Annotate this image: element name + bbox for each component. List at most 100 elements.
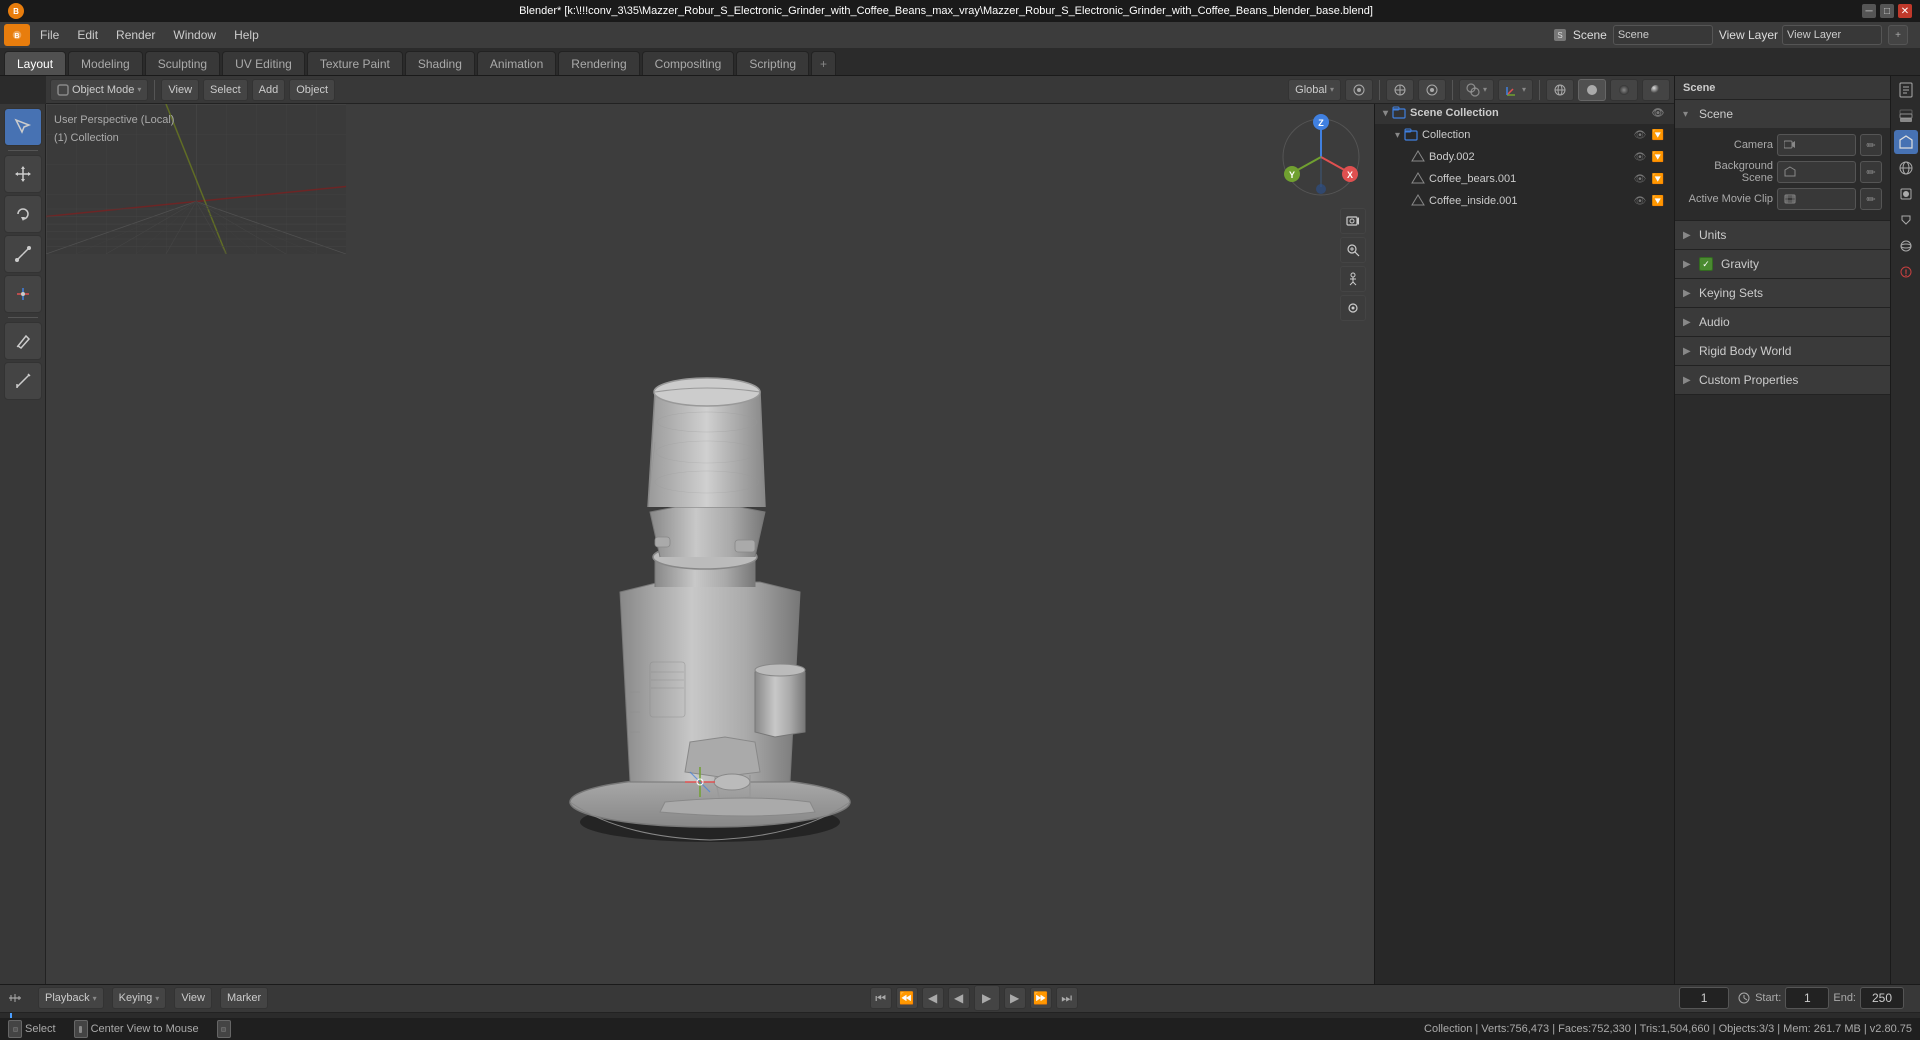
minimize-button[interactable]: ─ <box>1862 4 1876 18</box>
shading-render[interactable] <box>1642 79 1670 101</box>
gravity-header[interactable]: ▶ ✓ Gravity <box>1675 250 1890 278</box>
shading-wireframe[interactable] <box>1546 79 1574 101</box>
rigid-body-header[interactable]: ▶ Rigid Body World <box>1675 337 1890 365</box>
body002-render-vis[interactable]: 🔽 <box>1650 149 1666 165</box>
view-menu-timeline[interactable]: View <box>174 987 212 1009</box>
window-menu[interactable]: Window <box>165 24 224 46</box>
tool-annotate[interactable] <box>4 322 42 360</box>
tab-sculpting[interactable]: Sculpting <box>145 51 220 75</box>
select-menu[interactable]: Select <box>203 79 248 101</box>
scene-collection-item[interactable]: ▾ Scene Collection 👁 <box>1375 102 1674 124</box>
movie-clip-field[interactable] <box>1777 188 1856 210</box>
overlay-button[interactable]: ▾ <box>1459 79 1494 101</box>
keying-menu[interactable]: Keying ▾ <box>112 987 167 1009</box>
background-scene-edit-btn[interactable]: ✏ <box>1860 161 1882 183</box>
coffee-inside-item[interactable]: Coffee_inside.001 👁 🔽 <box>1375 190 1674 212</box>
view-layer-props-tab[interactable] <box>1894 104 1918 128</box>
tab-shading[interactable]: Shading <box>405 51 475 75</box>
collection-render[interactable]: 🔽 <box>1650 127 1666 143</box>
tool-move[interactable] <box>4 155 42 193</box>
modifier-props-tab[interactable] <box>1894 208 1918 232</box>
render-menu[interactable]: Render <box>108 24 163 46</box>
blender-menu[interactable]: B <box>4 24 30 46</box>
walk-mode-button[interactable] <box>1340 266 1366 292</box>
tool-measure[interactable] <box>4 362 42 400</box>
camera-edit-btn[interactable]: ✏ <box>1860 134 1882 156</box>
next-keyframe-button[interactable]: ▶ <box>1004 987 1026 1009</box>
shading-solid[interactable] <box>1578 79 1606 101</box>
start-frame-field[interactable]: 1 <box>1785 987 1829 1009</box>
maximize-button[interactable]: □ <box>1880 4 1894 18</box>
tab-layout[interactable]: Layout <box>4 51 66 75</box>
shading-material[interactable] <box>1610 79 1638 101</box>
visibility-toggle[interactable]: 👁 <box>1650 105 1666 121</box>
object-menu[interactable]: Object <box>289 79 335 101</box>
scene-name[interactable]: Scene <box>1573 28 1607 42</box>
body002-visibility[interactable]: 👁 <box>1632 149 1648 165</box>
custom-props-header[interactable]: ▶ Custom Properties <box>1675 366 1890 394</box>
coffee-bears-visibility[interactable]: 👁 <box>1632 171 1648 187</box>
global-transform[interactable]: Global ▾ <box>1288 79 1341 101</box>
gizmo-button[interactable]: ▾ <box>1498 79 1533 101</box>
physics-props-tab[interactable] <box>1894 234 1918 258</box>
world-props-tab[interactable] <box>1894 156 1918 180</box>
body002-item[interactable]: Body.002 👁 🔽 <box>1375 146 1674 168</box>
file-menu[interactable]: File <box>32 24 67 46</box>
zoom-in-button[interactable] <box>1340 237 1366 263</box>
play-button[interactable]: ▶ <box>974 985 1000 1011</box>
tab-rendering[interactable]: Rendering <box>558 51 639 75</box>
step-forward-button[interactable]: ⏩ <box>1030 987 1052 1009</box>
constraint-props-tab[interactable]: ! <box>1894 260 1918 284</box>
jump-start-button[interactable]: ⏮ <box>870 987 892 1009</box>
camera-field[interactable] <box>1777 134 1856 156</box>
scene-field[interactable]: Scene <box>1613 25 1713 45</box>
add-workspace-button[interactable]: + <box>1888 25 1908 45</box>
marker-menu[interactable]: Marker <box>220 987 268 1009</box>
keying-sets-header[interactable]: ▶ Keying Sets <box>1675 279 1890 307</box>
tab-scripting[interactable]: Scripting <box>736 51 809 75</box>
jump-end-button[interactable]: ⏭ <box>1056 987 1078 1009</box>
object-mode-selector[interactable]: Object Mode ▾ <box>50 79 148 101</box>
output-props-tab[interactable] <box>1894 78 1918 102</box>
camera-view-button[interactable] <box>1340 208 1366 234</box>
step-back-button[interactable]: ⏪ <box>896 987 918 1009</box>
tool-rotate[interactable] <box>4 195 42 233</box>
collection-item[interactable]: ▾ Collection 👁 🔽 <box>1375 124 1674 146</box>
tab-animation[interactable]: Animation <box>477 51 556 75</box>
proportional-edit[interactable] <box>1418 79 1446 101</box>
help-menu[interactable]: Help <box>226 24 267 46</box>
fly-mode-button[interactable] <box>1340 295 1366 321</box>
viewport-area[interactable]: User Perspective (Local) (1) Collection … <box>46 104 1374 984</box>
units-header[interactable]: ▶ Units <box>1675 221 1890 249</box>
prev-keyframe-button[interactable]: ◀ <box>922 987 944 1009</box>
snap-button[interactable] <box>1386 79 1414 101</box>
coffee-bears-render-vis[interactable]: 🔽 <box>1650 171 1666 187</box>
tool-scale[interactable] <box>4 235 42 273</box>
play-reverse-button[interactable]: ◀ <box>948 987 970 1009</box>
nav-gizmo[interactable]: Z X Y <box>1276 112 1366 202</box>
tool-transform[interactable] <box>4 275 42 313</box>
movie-clip-edit-btn[interactable]: ✏ <box>1860 188 1882 210</box>
transform-pivot[interactable] <box>1345 79 1373 101</box>
coffee-inside-visibility[interactable]: 👁 <box>1632 193 1648 209</box>
collection-visibility[interactable]: 👁 <box>1632 127 1648 143</box>
tab-uv-editing[interactable]: UV Editing <box>222 51 305 75</box>
current-frame-field[interactable]: 1 <box>1679 987 1729 1009</box>
scene-section-header[interactable]: ▾ Scene <box>1675 100 1890 128</box>
tool-select[interactable] <box>4 108 42 146</box>
tab-add[interactable]: + <box>811 51 836 75</box>
audio-header[interactable]: ▶ Audio <box>1675 308 1890 336</box>
tab-compositing[interactable]: Compositing <box>642 51 735 75</box>
coffee-bears-item[interactable]: Coffee_bears.001 👁 🔽 <box>1375 168 1674 190</box>
tab-texture-paint[interactable]: Texture Paint <box>307 51 403 75</box>
tab-modeling[interactable]: Modeling <box>68 51 143 75</box>
view-menu[interactable]: View <box>161 79 199 101</box>
scene-props-tab[interactable] <box>1894 130 1918 154</box>
end-frame-field[interactable]: 250 <box>1860 987 1904 1009</box>
close-button[interactable]: ✕ <box>1898 4 1912 18</box>
background-scene-field[interactable] <box>1777 161 1856 183</box>
playback-menu[interactable]: Playback ▾ <box>38 987 104 1009</box>
coffee-inside-render-vis[interactable]: 🔽 <box>1650 193 1666 209</box>
object-props-tab[interactable] <box>1894 182 1918 206</box>
edit-menu[interactable]: Edit <box>69 24 106 46</box>
